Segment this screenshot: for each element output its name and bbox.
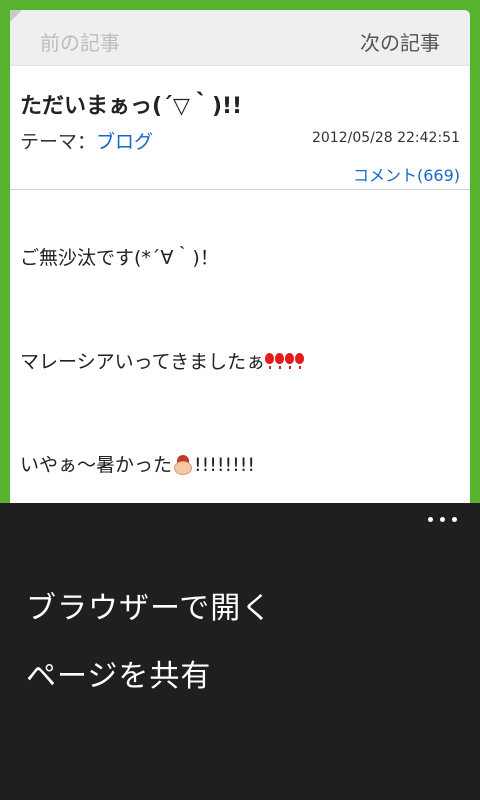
theme-link[interactable]: ブログ [96,131,153,153]
menu-item-open-in-browser[interactable]: ブラウザーで開く [26,583,272,627]
sweating-face-icon [172,455,194,475]
paragraph-text: ご無沙汰です(*´∀｀)！ [20,247,219,269]
next-article-link[interactable]: 次の記事 [360,27,440,56]
exclamation-marks: !!!!!!!! [194,454,255,476]
theme-row: テーマ：ブログ [20,127,153,154]
app-bar-menu: ブラウザーで開く ページを共有 [0,503,480,800]
prev-article-link[interactable]: 前の記事 [40,27,120,56]
paragraph: ご無沙汰です(*´∀｀)！ [20,243,219,270]
divider [10,189,470,190]
red-exclamation-icon [265,351,305,373]
post-date: 2012/05/28 22:42:51 [311,130,460,146]
more-options-icon[interactable] [428,513,458,527]
corner-fold [10,10,22,22]
paragraph: いやぁ〜暑かった!!!!!!!! [20,450,255,477]
article-title: ただいまぁっ(´▽｀)!! [20,94,243,119]
comment-link[interactable]: コメント(669) [353,162,460,186]
article-nav-bar: 前の記事 次の記事 [10,10,470,66]
paragraph-text: マレーシアいってきましたぁ [20,351,266,373]
paragraph: マレーシアいってきましたぁ [20,347,305,374]
article-card: 前の記事 次の記事 ただいまぁっ(´▽｀)!! テーマ：ブログ 2012/05/… [10,10,470,503]
paragraph-text: いやぁ〜暑かった [20,454,173,476]
menu-item-share-page[interactable]: ページを共有 [26,651,211,695]
theme-label: テーマ： [20,131,97,153]
